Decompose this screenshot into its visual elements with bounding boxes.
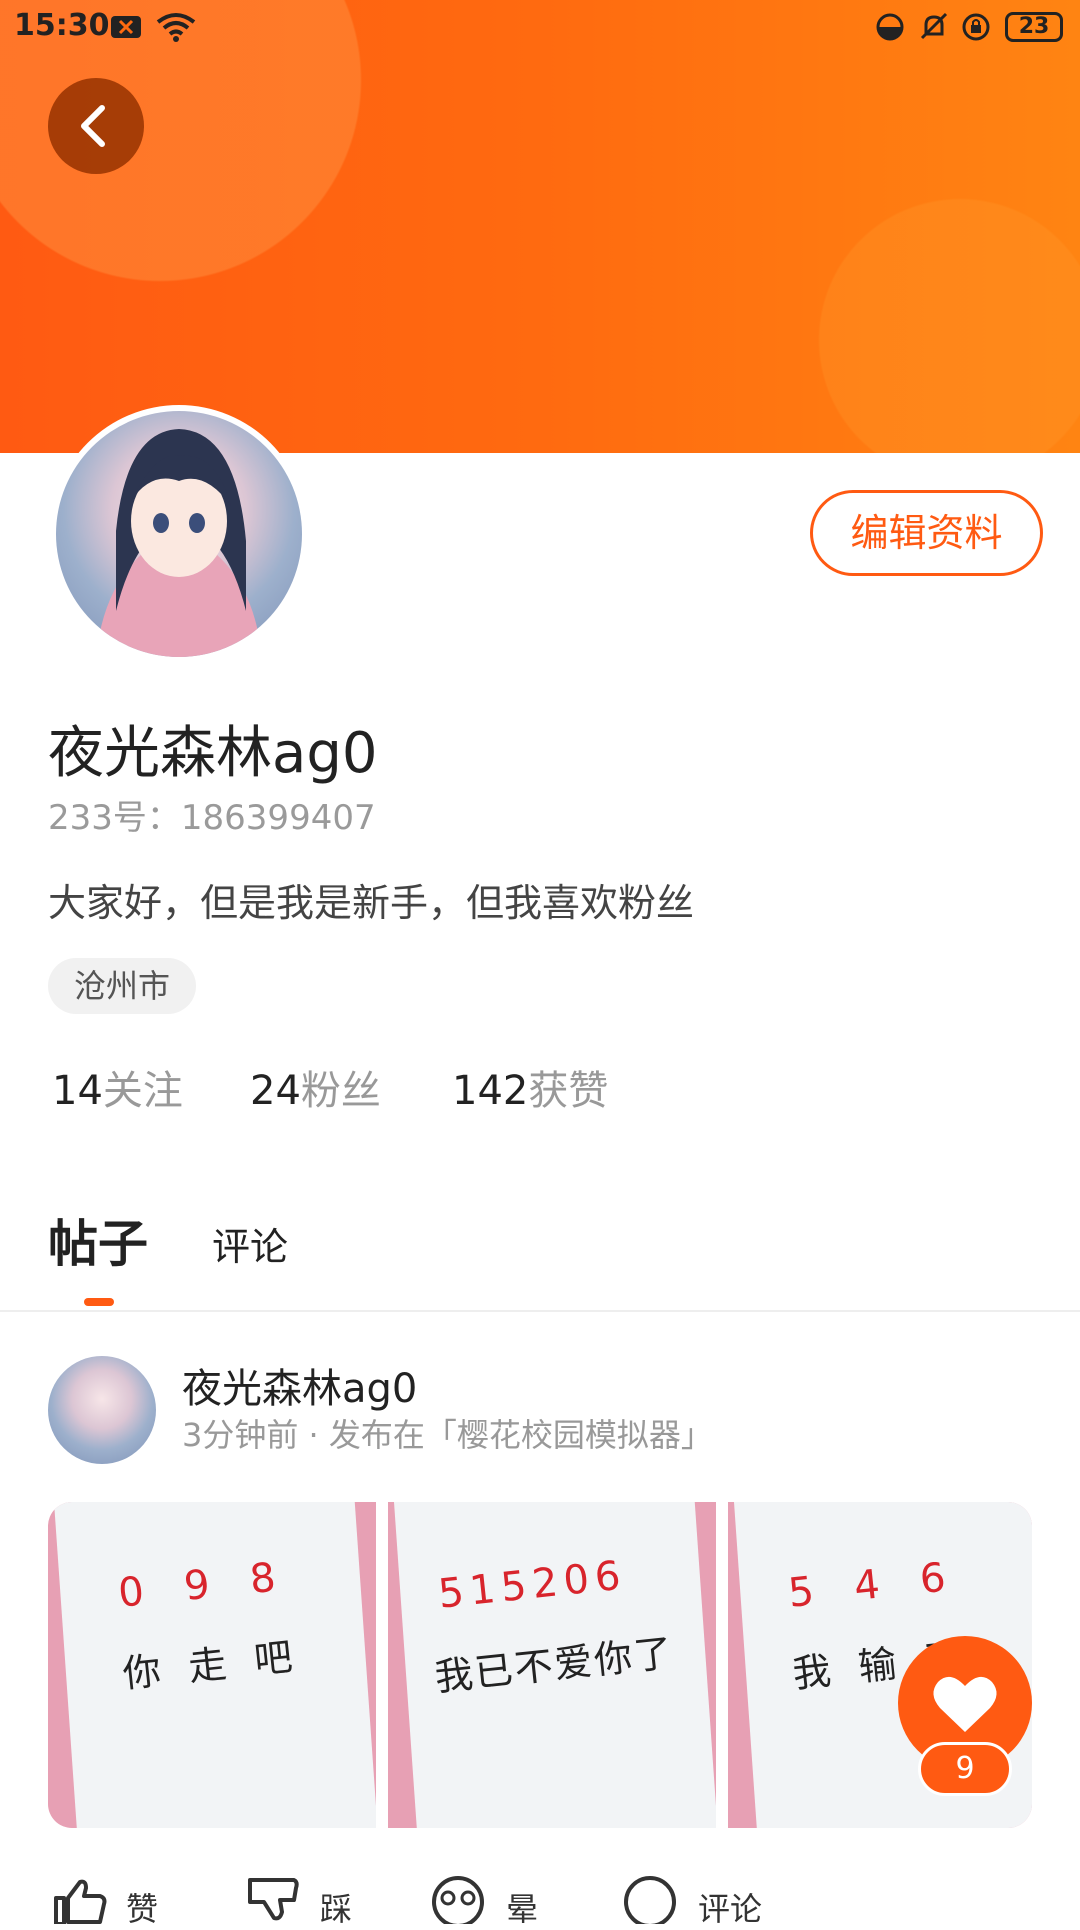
notification-x-icon xyxy=(110,12,141,42)
thumbs-down-icon xyxy=(248,1878,299,1921)
rotation-lock-icon xyxy=(960,12,990,42)
comment-bubble-icon xyxy=(624,1876,676,1924)
stat-label: 关注 xyxy=(102,1068,183,1114)
profile-username: 夜光森林ag0 xyxy=(48,721,378,786)
back-button[interactable] xyxy=(48,78,144,174)
location-tag: 沧州市 xyxy=(48,958,197,1014)
stat-following[interactable]: 14关注 xyxy=(52,1058,183,1116)
content-tabs: 帖子 评论 xyxy=(0,1190,1080,1312)
stat-likes[interactable]: 142获赞 xyxy=(452,1058,608,1116)
tab-comments[interactable]: 评论 xyxy=(212,1216,288,1271)
tab-active-indicator xyxy=(84,1298,114,1306)
uid-label: 233号： xyxy=(48,798,181,838)
stat-number: 14 xyxy=(52,1068,103,1114)
uid-value: 186399407 xyxy=(180,798,376,838)
stat-number: 142 xyxy=(452,1068,529,1114)
stat-number: 24 xyxy=(250,1068,301,1114)
dizzy-label: 晕 xyxy=(506,1890,539,1928)
chevron-left-icon xyxy=(81,105,105,147)
post-image-1[interactable]: 0 9 8 你 走 吧 xyxy=(48,1502,376,1828)
post-author-name[interactable]: 夜光森林ag0 xyxy=(182,1356,417,1414)
profile-header-banner xyxy=(0,0,1080,453)
post-image-2[interactable]: 515206 我已不爱你了 xyxy=(388,1502,716,1828)
comment-label: 评论 xyxy=(698,1890,763,1928)
avatar-image xyxy=(56,411,302,657)
wifi-icon xyxy=(156,12,196,42)
status-bar: 15:30 23 xyxy=(0,0,1080,54)
silent-bell-icon xyxy=(918,12,948,42)
stat-label: 获赞 xyxy=(528,1068,609,1114)
dislike-label: 踩 xyxy=(320,1890,353,1928)
profile-bio: 大家好，但是我是新手，但我喜欢粉丝 xyxy=(48,881,695,925)
battery-indicator: 23 xyxy=(1005,12,1063,42)
status-time: 15:30 xyxy=(14,8,110,43)
post-author-avatar[interactable] xyxy=(48,1356,156,1464)
dizzy-face-icon xyxy=(432,1876,484,1924)
like-label: 赞 xyxy=(126,1890,159,1928)
profile-uid: 233号：186399407 xyxy=(48,790,376,839)
data-saver-icon xyxy=(874,12,904,42)
thumbs-up-icon xyxy=(54,1879,107,1924)
like-count-badge: 9 xyxy=(918,1742,1012,1796)
stat-followers[interactable]: 24粉丝 xyxy=(250,1058,381,1116)
edit-profile-button[interactable]: 编辑资料 xyxy=(810,490,1043,576)
tab-posts[interactable]: 帖子 xyxy=(48,1204,148,1276)
profile-avatar[interactable] xyxy=(50,405,308,663)
post-meta: 3分钟前 · 发布在「樱花校园模拟器」 xyxy=(182,1416,713,1454)
stat-label: 粉丝 xyxy=(300,1068,381,1114)
post-action-bar: 赞 踩 晕 评论 xyxy=(0,1872,1080,1928)
